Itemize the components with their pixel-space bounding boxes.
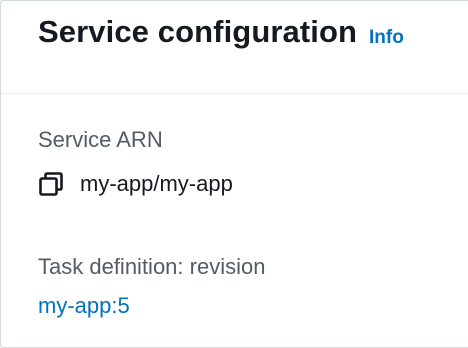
service-arn-row: my-app/my-app: [38, 169, 233, 199]
task-definition-link[interactable]: my-app:5: [38, 293, 130, 319]
copy-icon[interactable]: [38, 171, 64, 197]
info-link[interactable]: Info: [369, 27, 404, 49]
panel-header: Service configuration Info: [1, 1, 468, 94]
panel-title: Service configuration: [38, 14, 358, 49]
service-arn-value: my-app/my-app: [80, 171, 233, 196]
task-definition-label: Task definition: revision: [38, 254, 266, 279]
service-configuration-panel: Service configuration Info Service ARN m…: [0, 0, 468, 348]
service-arn-label: Service ARN: [38, 127, 163, 152]
